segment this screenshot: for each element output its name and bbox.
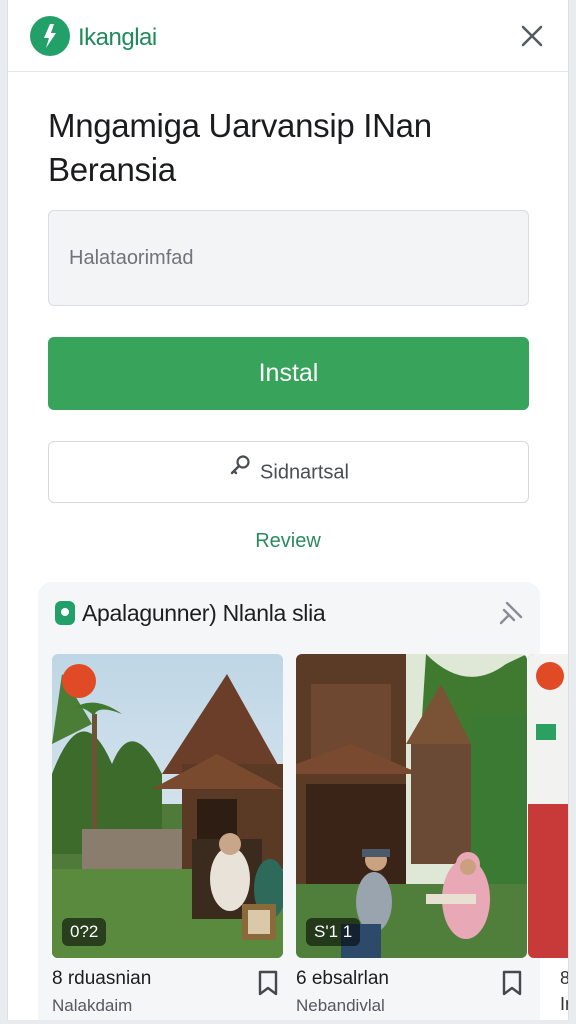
video-subtitle: Nebandivlal [296, 996, 385, 1015]
video-thumbnail-2[interactable]: S'1 1 [296, 654, 527, 958]
install-button[interactable]: Instal [48, 337, 529, 410]
video-title[interactable]: 6 ebsalrlan [296, 968, 389, 990]
review-link[interactable]: Review [8, 530, 568, 553]
top-bar: Ikanglai [8, 0, 568, 72]
bookmark-icon[interactable] [501, 970, 523, 996]
pin-icon[interactable] [498, 600, 524, 626]
brand-name: Ikanglai [78, 24, 157, 51]
video-thumbnail-1[interactable]: 0?2 [52, 654, 283, 958]
page-title-line1: Mngamiga Uarvansip INan [48, 107, 432, 144]
app-frame: Ikanglai Mngamiga Uarvansip INan Beransi… [7, 0, 569, 1020]
channel-badge-icon [62, 664, 96, 698]
video-duration: 0?2 [62, 918, 107, 946]
bookmark-icon[interactable] [257, 970, 279, 996]
page-title: Mngamiga Uarvansip INan Beransia [48, 104, 528, 192]
page-title-line2: Beransia [48, 151, 176, 188]
video-thumbnail-3-peek[interactable] [528, 654, 568, 958]
video-duration: S'1 1 [306, 918, 361, 946]
search-input[interactable] [48, 210, 529, 306]
peek-subtitle: In [560, 994, 568, 1014]
key-icon [228, 441, 252, 501]
video-title[interactable]: 8 rduasnian [52, 968, 151, 990]
video-subtitle: Nalakdaim [52, 996, 133, 1015]
close-icon[interactable] [518, 22, 546, 50]
video-card: Apalagunner) Nlanla slia 0?2 8 rduasnian… [38, 582, 540, 1020]
card-marker-icon [54, 600, 76, 626]
secondary-button[interactable]: Sidnartsal [48, 441, 529, 503]
secondary-button-label: Sidnartsal [260, 461, 349, 484]
brand-logo-icon [30, 16, 70, 56]
card-title: Apalagunner) Nlanla slia [82, 600, 326, 626]
peek-title: 8 [560, 968, 568, 989]
